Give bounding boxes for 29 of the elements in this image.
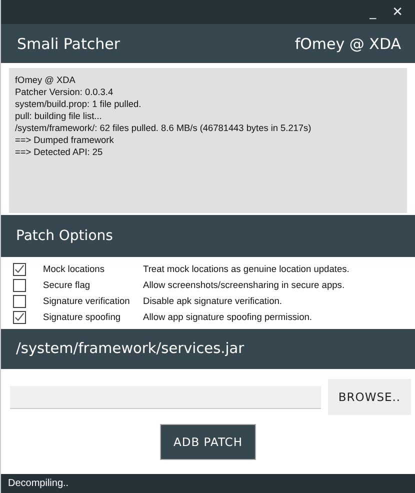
- option-description: Treat mock locations as genuine location updates.: [143, 264, 350, 274]
- author-label: fOmey @ XDA: [294, 34, 401, 52]
- log-line: system/build.prop: 1 file pulled.: [15, 98, 142, 110]
- file-path-title: /system/framework/services.jar: [16, 341, 244, 357]
- log-line: fOmey @ XDA: [15, 74, 76, 86]
- option-description: Allow app signature spoofing permission.: [143, 312, 312, 322]
- option-label: Signature spoofing: [43, 312, 122, 322]
- file-path-field[interactable]: [10, 386, 321, 408]
- log-line: ==> Dumped framework: [15, 134, 115, 146]
- checkbox[interactable]: [13, 310, 26, 324]
- log-line: ==> Detected API: 25: [15, 146, 104, 158]
- section-title: Patch Options: [16, 228, 113, 244]
- minimize-button[interactable]: _: [364, 4, 382, 20]
- checkbox[interactable]: [13, 278, 26, 292]
- checkbox[interactable]: [13, 262, 26, 276]
- log-line: pull: building file list...: [15, 110, 103, 122]
- option-label: Signature verification: [43, 296, 131, 306]
- option-description: Disable apk signature verification.: [143, 296, 282, 306]
- app-title: Smali Patcher: [17, 34, 120, 52]
- status-bar: Decompiling..: [1, 474, 415, 493]
- option-description: Allow screenshots/screensharing in secure apps.: [143, 280, 345, 290]
- adb-patch-button[interactable]: ADB PATCH: [160, 424, 256, 460]
- log-line: /system/framework/: 62 files pulled. 8.6 MB/s (46781443 bytes in 5.217s): [15, 122, 312, 134]
- close-button[interactable]: ✕: [386, 4, 409, 20]
- browse-button[interactable]: BROWSE..: [328, 379, 411, 415]
- option-label: Mock locations: [43, 264, 106, 274]
- option-label: Secure flag: [43, 280, 92, 290]
- checkbox[interactable]: [13, 294, 26, 308]
- log-line: Patcher Version: 0.0.3.4: [15, 86, 114, 98]
